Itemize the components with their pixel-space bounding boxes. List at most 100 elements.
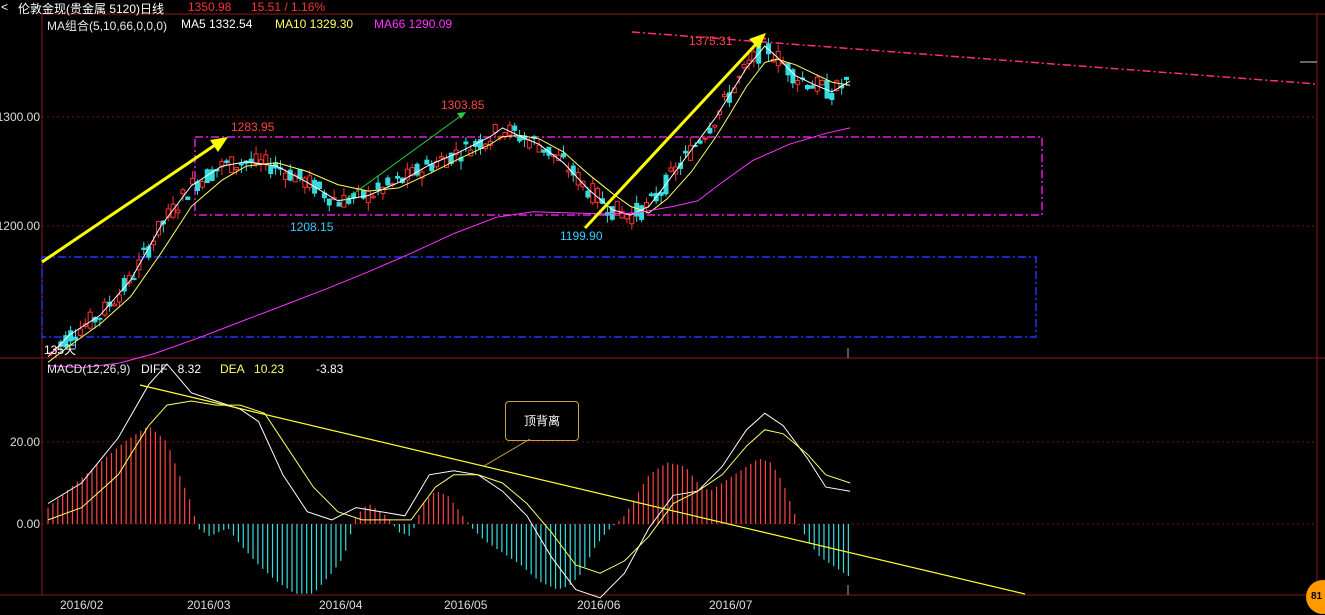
candle-body [526,139,532,149]
candle-body [341,194,347,208]
candle-body [180,189,186,195]
date-tick-4: 2016/05 [444,598,488,612]
candle-body [77,328,83,336]
candle-body [844,76,850,80]
ma-group-label: MA组合(5,10,66,0,0,0) [47,19,168,33]
candle-body [634,202,640,217]
candle-body [722,93,728,98]
candle-body [585,190,591,198]
candle-body [805,84,810,90]
candle-body [492,123,498,134]
ma10-legend: MA10 1329.30 [275,17,354,31]
candle-body [87,311,93,329]
macd-histogram [47,427,849,594]
price-tick-1300: 1300.00 [0,110,40,124]
price-gridlines [42,116,1317,525]
candle-body [595,187,601,203]
price-tick-1200: 1200.00 [0,219,40,233]
candle-body [185,196,191,201]
trend-arrow-2-head [749,33,766,49]
macd-lines [47,363,851,599]
candle-body [741,64,747,69]
ma5-legend: MA5 1332.54 [181,17,253,31]
candle-body [336,202,342,207]
candle-body [282,172,288,180]
candle-body [395,176,401,179]
date-tick-3: 2016/04 [319,598,363,612]
candle-body [439,156,444,159]
trend-arrow-2 [583,40,760,230]
candle-body [424,159,430,165]
candle-body [648,193,654,196]
price-annotations: 1283.95 1208.15 1303.85 1199.90 1375.31 … [44,34,733,357]
candle-body [829,93,835,100]
candle-body [702,137,708,140]
back-button[interactable]: < [1,0,8,14]
candle-body [541,149,547,153]
candle-body [297,168,303,179]
candle-body [268,165,274,175]
candle-body [795,79,801,85]
macd-value: -3.83 [316,362,344,376]
candle-body [819,80,825,86]
ma66-legend: MA66 1290.09 [374,17,453,31]
candle-body [234,166,240,171]
annotation-high-2: 1303.85 [441,98,485,112]
candle-body [326,198,332,206]
candle-body [131,278,137,281]
trend-arrows [41,33,766,264]
last-price: 1350.98 [188,0,232,14]
candle-body [116,294,122,303]
candle-body [385,177,391,186]
candle-body [507,124,513,136]
price-change: 15.51 / 1.16% [251,0,326,14]
macd-line-dea [47,400,851,574]
macd-name: MACD(12,26,9) [47,362,131,376]
candle-body [683,150,688,154]
candle-body [307,175,313,189]
annotation-days: 135天 [44,343,76,357]
macd-diff: DIFF 8.32 [141,362,202,376]
candle-body [463,141,469,145]
instrument-title: 伦敦金现(贵金属 5120)日线 [18,2,165,16]
date-tick-2: 2016/03 [187,598,231,612]
candle-body [97,317,103,320]
candle-body [190,177,196,185]
candle-body [112,303,118,307]
candle-body [199,180,205,188]
candle-body [429,164,435,172]
macd-tick-0: 0.00 [17,517,41,531]
annotation-high-3: 1375.31 [689,34,733,48]
candle-body [712,124,718,128]
candle-body [287,169,293,181]
candle-body [697,140,703,144]
trend-arrow-1-head [210,137,228,152]
candle-body [517,136,523,142]
macd-tick-20: 20.00 [10,435,40,449]
candle-body [238,163,244,166]
annotation-low-1: 1208.15 [290,220,334,234]
annotation-high-1: 1283.95 [231,120,275,134]
macd-axis: 20.00 0.00 [10,435,40,531]
resistance-trendline [631,31,1318,85]
macd-dea: DEA 10.23 [220,362,285,376]
candle-body [624,214,630,220]
candle-body [707,127,713,134]
macd-line-diff [47,363,851,599]
candle-body [370,195,376,199]
date-tick-1: 2016/02 [60,598,104,612]
candle-body [809,85,815,89]
candle-body [814,76,820,92]
candle-body [414,163,420,176]
price-axis: 1300.00 1200.00 [0,110,40,233]
candlesticks [48,35,850,358]
candle-body [263,154,269,165]
candle-body [302,177,308,188]
candle-body [561,153,566,158]
trend-arrow-1 [41,141,219,264]
date-tick-5: 2016/06 [577,598,621,612]
candle-body [317,181,322,189]
annotation-low-2: 1199.90 [560,229,603,243]
date-tick-6: 2016/07 [709,598,753,612]
chart-stage: 1283.95 1208.15 1303.85 1199.90 1375.31 … [0,13,1325,612]
